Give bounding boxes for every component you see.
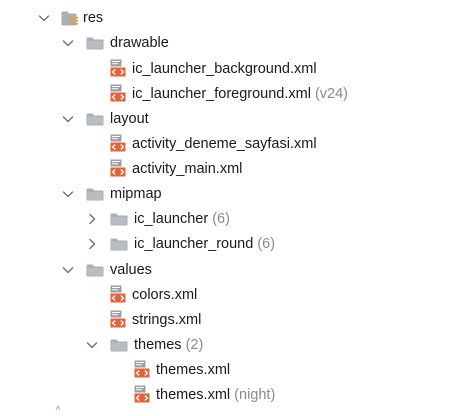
xml-file-icon <box>110 285 126 303</box>
file-name: themes.xml <box>156 387 231 403</box>
chevron-down-icon[interactable] <box>60 35 76 51</box>
file-name: activity_deneme_sayfasi.xml <box>132 136 317 152</box>
folder-icon <box>110 213 128 226</box>
xml-file-icon <box>134 385 150 403</box>
tree-node-themes[interactable]: themes (2) <box>0 333 473 358</box>
xml-file-icon <box>110 134 126 152</box>
xml-file-icon <box>110 59 126 77</box>
tree-node-label: drawable <box>110 35 169 51</box>
tree-file-activity-main[interactable]: activity_main.xml <box>0 157 473 182</box>
folder-icon <box>110 339 128 352</box>
file-name: ic_launcher_foreground.xml <box>132 86 311 102</box>
tree-node-drawable[interactable]: drawable <box>0 31 473 56</box>
tree-node-label: layout <box>110 111 149 127</box>
item-count: (6) <box>212 211 230 227</box>
tree-node-values[interactable]: values <box>0 258 473 283</box>
folder-icon <box>110 238 128 251</box>
tree-file-colors[interactable]: colors.xml <box>0 283 473 308</box>
resource-folder-icon <box>61 11 79 27</box>
xml-file-icon <box>134 360 150 378</box>
xml-file-icon <box>110 84 126 102</box>
tree-node-layout[interactable]: layout <box>0 107 473 132</box>
folder-icon <box>86 188 104 201</box>
chevron-right-icon[interactable] <box>84 236 100 252</box>
folder-icon <box>86 113 104 126</box>
item-count: (2) <box>185 337 204 353</box>
tree-file-strings[interactable]: strings.xml <box>0 308 473 333</box>
tree-node-res[interactable]: res <box>0 6 473 31</box>
folder-icon <box>86 37 104 50</box>
file-qualifier: (v24) <box>314 86 349 102</box>
project-tree: res drawable ic_launcher_background.xml … <box>0 0 473 416</box>
tree-node-label: res <box>83 10 104 26</box>
tree-node-label: ic_launcher_round <box>134 236 254 252</box>
chevron-down-icon[interactable] <box>84 337 100 353</box>
xml-file-icon <box>110 159 126 177</box>
tree-node-ic-launcher[interactable]: ic_launcher (6) <box>0 207 473 232</box>
tree-file-activity-deneme-sayfasi[interactable]: activity_deneme_sayfasi.xml <box>0 132 473 157</box>
tree-node-label: ic_launcher <box>134 211 209 227</box>
tree-file-ic-launcher-background[interactable]: ic_launcher_background.xml <box>0 57 473 82</box>
file-name: activity_main.xml <box>132 161 243 177</box>
chevron-down-icon[interactable] <box>60 186 76 202</box>
folder-icon <box>86 264 104 277</box>
tree-node-mipmap[interactable]: mipmap <box>0 182 473 207</box>
chevron-down-icon[interactable] <box>60 111 76 127</box>
chevron-right-icon[interactable] <box>84 211 100 227</box>
tree-node-label: themes <box>134 337 182 353</box>
tree-file-themes-night[interactable]: themes.xml (night) <box>0 383 473 408</box>
tree-file-ic-launcher-foreground[interactable]: ic_launcher_foreground.xml (v24) <box>0 82 473 107</box>
item-count: (6) <box>257 236 276 252</box>
tree-node-label: values <box>110 262 152 278</box>
tree-node-label: mipmap <box>110 186 162 202</box>
scroll-edge-mark <box>55 405 61 411</box>
file-name: ic_launcher_background.xml <box>132 61 317 77</box>
file-name: colors.xml <box>132 287 198 303</box>
chevron-down-icon[interactable] <box>60 262 76 278</box>
file-name: themes.xml <box>156 362 231 378</box>
file-name: strings.xml <box>132 312 202 328</box>
tree-file-themes[interactable]: themes.xml <box>0 358 473 383</box>
chevron-down-icon[interactable] <box>36 10 52 26</box>
file-qualifier: (night) <box>234 387 276 403</box>
xml-file-icon <box>110 310 126 328</box>
tree-node-ic-launcher-round[interactable]: ic_launcher_round (6) <box>0 232 473 257</box>
